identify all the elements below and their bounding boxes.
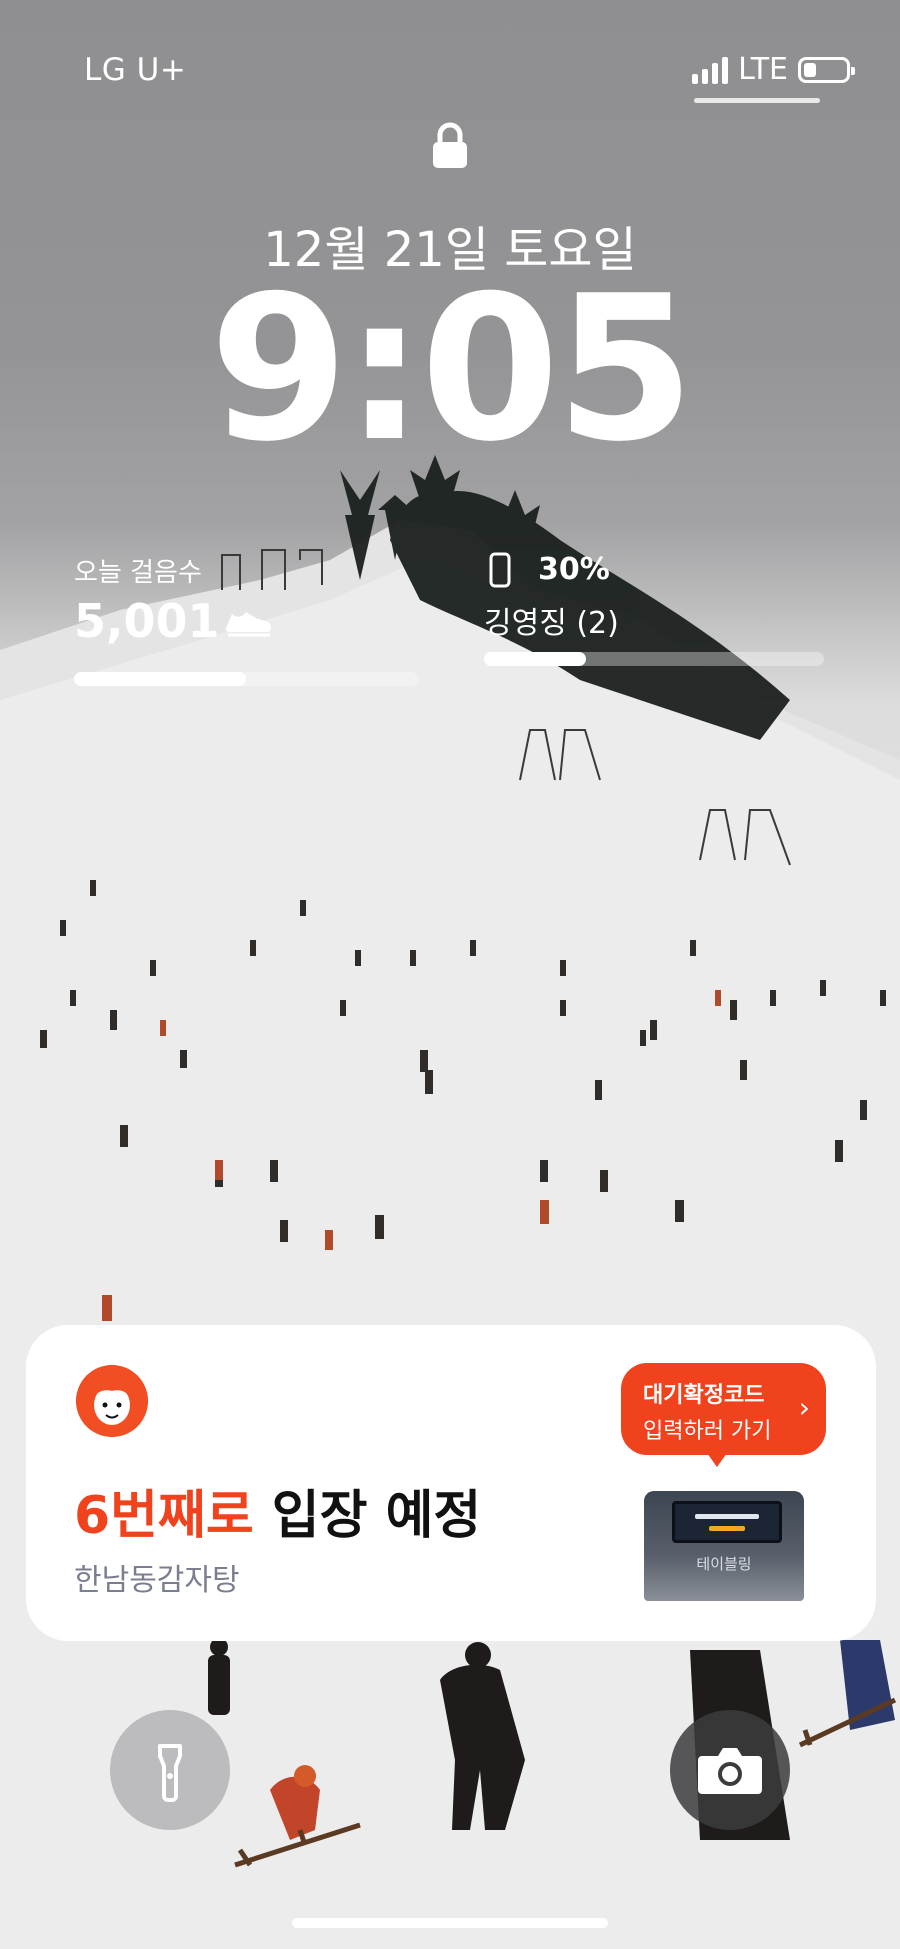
- enter-code-button[interactable]: 대기확정코드 입력하러 가기 ›: [621, 1363, 826, 1467]
- carrier-label: LG U+: [84, 52, 187, 88]
- steps-label: 오늘 걸음수: [74, 558, 202, 588]
- flashlight-button[interactable]: [110, 1710, 230, 1830]
- device-name: 깅영징 (2): [484, 606, 619, 641]
- live-activity-card[interactable]: 6번째로 입장 예정 한남동감자탕 대기확정코드 입력하러 가기 › 테이블링: [26, 1325, 876, 1641]
- status-indicators: LTE: [692, 52, 855, 87]
- network-type: LTE: [738, 52, 788, 87]
- device-battery-percent: 30%: [538, 552, 610, 587]
- steps-progress-bar: [74, 672, 418, 686]
- flashlight-icon: [158, 1744, 182, 1802]
- app-avatar: [76, 1365, 148, 1437]
- mascot-icon: [76, 1365, 148, 1437]
- camera-button[interactable]: [670, 1710, 790, 1830]
- enter-code-line1: 대기확정코드: [643, 1383, 765, 1408]
- waiting-kiosk-image: 테이블링: [644, 1491, 804, 1601]
- lock-time: 9:05: [209, 253, 694, 486]
- phone-icon: [489, 552, 511, 588]
- queue-position: 6번째로: [74, 1486, 254, 1546]
- shoe-icon: [225, 612, 271, 637]
- lock-screen: LG U+ LTE 12월 21일 토요일 9:05 오늘 걸음수 5,001 …: [0, 0, 900, 1949]
- queue-status-title: 6번째로 입장 예정: [74, 1473, 481, 1548]
- signal-icon: [692, 56, 729, 84]
- queue-status-text: 입장 예정: [253, 1486, 482, 1546]
- lock-icon: [433, 122, 467, 168]
- kiosk-brand: 테이블링: [696, 1555, 752, 1573]
- enter-code-line2: 입력하러 가기: [643, 1419, 772, 1444]
- chevron-right-icon: ›: [798, 1391, 810, 1424]
- steps-count: 5,001: [74, 594, 220, 648]
- camera-icon: [698, 1748, 762, 1794]
- restaurant-name: 한남동감자탕: [74, 1563, 240, 1598]
- home-indicator[interactable]: [292, 1918, 608, 1928]
- control-center-indicator[interactable]: [694, 98, 820, 103]
- battery-progress-bar: [484, 652, 824, 666]
- battery-icon: [798, 56, 855, 83]
